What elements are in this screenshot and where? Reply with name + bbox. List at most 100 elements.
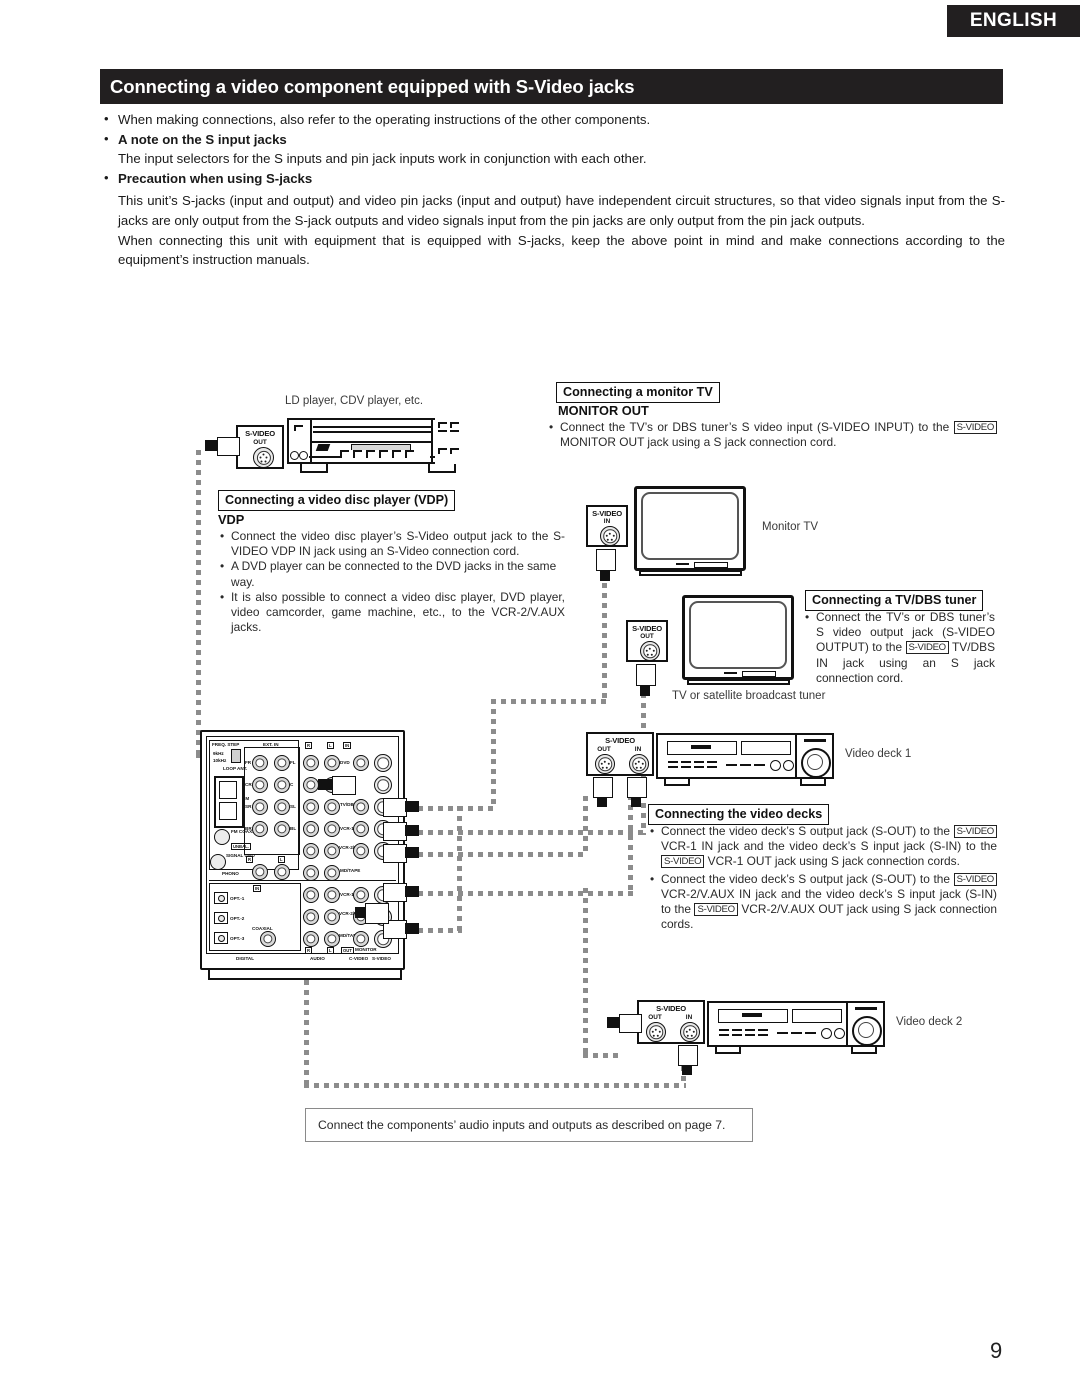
deck2-plug-in xyxy=(678,1045,698,1075)
svideo-tag: S-VIDEO xyxy=(953,825,997,838)
ld-jack-title: S-VIDEO xyxy=(245,429,275,438)
vdp-item-1: Connect the video disc player’s S-Video … xyxy=(220,529,565,559)
video-deck-2-device xyxy=(707,1001,885,1047)
ld-player-label: LD player, CDV player, etc. xyxy=(285,395,424,407)
plug-grip xyxy=(355,907,366,918)
plug-grip xyxy=(600,570,610,581)
rear-ext-bl: BL xyxy=(290,826,297,831)
deck2-window-a-mark xyxy=(742,1013,762,1017)
jack-coaxial xyxy=(260,931,276,947)
intro-bullet-1: When making connections, also refer to t… xyxy=(100,109,1005,130)
din-pins xyxy=(634,759,644,769)
rear-audio-in-tag: IN xyxy=(343,742,352,749)
deck1-jack-in: IN xyxy=(634,746,642,753)
jack-phono-l xyxy=(274,864,290,880)
jack-vdp-svideo xyxy=(374,776,392,794)
rear-freq-10k: 10kHz xyxy=(213,758,227,763)
plug-grip xyxy=(405,923,419,934)
intro-bullet-3-para-2: When connecting this unit with equipment… xyxy=(118,232,1005,268)
decks-callout-box: Connecting the video decks xyxy=(648,804,830,825)
decks-item-1: Connect the video deck’s S output jack (… xyxy=(650,824,997,870)
deck1-btn-9 xyxy=(726,764,737,766)
rear-bottom-rule xyxy=(209,953,396,955)
rear-bottom-digital: DIGITAL xyxy=(236,956,255,961)
jack-vcr1in-video xyxy=(353,821,369,837)
deck2-btn-4 xyxy=(758,1029,768,1031)
rear-monitor-label: MONITOR xyxy=(355,947,377,952)
monitor-jack-direction: IN xyxy=(603,518,611,525)
deck1-btn-11 xyxy=(754,764,765,766)
rear-row-mdtape: MD/TAPE xyxy=(340,868,361,873)
tuner-jack-title: S-VIDEO xyxy=(632,624,662,633)
video-deck-1-device xyxy=(656,733,834,779)
din-pins xyxy=(600,759,610,769)
optical-3-jack xyxy=(214,932,228,944)
ld-player-foot-right xyxy=(428,464,456,473)
plug-barrel xyxy=(596,549,616,571)
plug-grip xyxy=(640,685,650,696)
jack-vcr2in-l xyxy=(324,843,340,859)
jack-ext-c xyxy=(274,777,290,793)
jack-dvd-svideo xyxy=(374,754,392,772)
optical-1-jack xyxy=(214,892,228,904)
plug-barrel xyxy=(383,822,407,841)
plug-grip xyxy=(318,779,332,790)
deck1-btn-6 xyxy=(681,766,691,768)
din-connector-icon xyxy=(629,754,649,774)
plug-grip xyxy=(205,440,218,451)
svideo-tag: S-VIDEO xyxy=(953,421,997,434)
tuner-tv-controls xyxy=(724,671,776,677)
receiver-plug-vcr2 xyxy=(383,883,419,902)
vdp-heading: VDP xyxy=(218,512,245,527)
deck2-divider xyxy=(846,1003,848,1045)
monitor-text-a: Connect the TV’s or DBS tuner’s S video … xyxy=(560,420,950,434)
jack-dvd-r xyxy=(303,755,319,771)
tuner-body: Connect the TV’s or DBS tuner’s S video … xyxy=(805,610,995,686)
deck2-btn-5 xyxy=(719,1034,729,1036)
deck2-btn-10 xyxy=(791,1032,802,1034)
deck2-jack-title: S-VIDEO xyxy=(656,1004,686,1013)
rear-bottom-cvideo: C-VIDEO xyxy=(349,956,369,961)
cable-vcr2-out-v xyxy=(583,888,588,1058)
plug-grip xyxy=(631,797,641,807)
jack-ext-fr xyxy=(252,755,268,771)
rear-out-row-vcr1: VCR-1 xyxy=(340,892,354,897)
cable-monitor-v2 xyxy=(602,573,607,701)
tuner-tv-base xyxy=(687,679,790,685)
svideo-tag: S-VIDEO xyxy=(905,641,949,655)
intro-bullet-1-text: When making connections, also refer to t… xyxy=(118,112,651,127)
jack-ext-sl xyxy=(274,799,290,815)
deck2-top-strip xyxy=(855,1007,877,1010)
decks-item-2: Connect the video deck’s S output jack (… xyxy=(650,872,997,933)
decks-item-1-c: VCR-1 OUT jack using S jack connection c… xyxy=(707,854,960,869)
receiver-rear-panel: FREQ. STEP 9kHz 10kHz LOOP ANT. AM FM CO… xyxy=(200,730,405,970)
rear-audio-l-tag: L xyxy=(327,742,334,749)
rear-audio-r-tag: R xyxy=(305,742,313,749)
rear-ext-fl: FL xyxy=(290,760,296,765)
tuner-jack-direction: OUT xyxy=(640,633,654,640)
rear-ext-sr: SR xyxy=(245,804,252,809)
intro-bullet-2-body: The input selectors for the S inputs and… xyxy=(118,151,647,167)
plug-barrel xyxy=(678,1045,698,1066)
ld-player-svideo-out-panel: S-VIDEO OUT xyxy=(236,425,284,469)
video-deck-1-label: Video deck 1 xyxy=(845,748,912,760)
jack-vcr1in-l xyxy=(324,821,340,837)
din-connector-icon xyxy=(646,1022,666,1042)
jack-vcr2out-r xyxy=(303,909,319,925)
deck1-svideo-panel: S-VIDEO OUT IN xyxy=(586,732,654,776)
deck2-btn-7 xyxy=(745,1034,755,1036)
deck1-divider xyxy=(795,735,797,777)
deck1-foot-left xyxy=(664,779,690,786)
rear-ext-sl: SL xyxy=(290,804,296,809)
cable-vcr2-out-h xyxy=(583,1053,621,1058)
deck2-btn-1 xyxy=(719,1029,729,1031)
deck2-btn-2 xyxy=(732,1029,742,1031)
deck2-window-b xyxy=(792,1009,842,1023)
plug-grip xyxy=(405,825,419,836)
plug-grip xyxy=(597,797,607,807)
ld-jack-direction: OUT xyxy=(253,439,267,446)
jack-dvd-l xyxy=(324,755,340,771)
page-title: Connecting a video component equipped wi… xyxy=(100,69,1003,104)
deck2-btn-6 xyxy=(732,1034,742,1036)
cable-vcr1-in-h xyxy=(418,891,633,896)
